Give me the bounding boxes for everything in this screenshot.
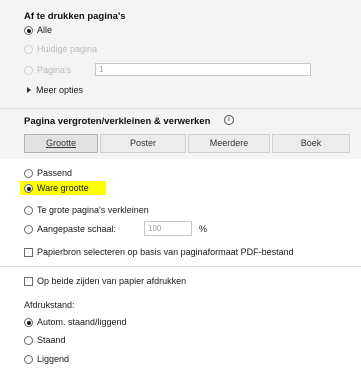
paper-source-checkbox[interactable] [24, 248, 33, 257]
tab-size-button[interactable]: Grootte [24, 134, 98, 153]
radio-shrink-oversized[interactable] [24, 206, 33, 215]
radio-portrait[interactable] [24, 336, 33, 345]
more-options-link[interactable]: Meer opties [36, 85, 83, 95]
radio-auto-orientation-label[interactable]: Autom. staand/liggend [37, 317, 127, 327]
radio-all-label[interactable]: Alle [37, 25, 52, 35]
radio-portrait-label[interactable]: Staand [37, 335, 66, 345]
duplex-checkbox[interactable] [24, 277, 33, 286]
radio-all[interactable] [24, 26, 33, 35]
scale-unit-label: % [199, 224, 208, 234]
radio-actual-size-label[interactable]: Ware grootte [37, 183, 89, 193]
info-icon[interactable]: i [224, 115, 234, 125]
radio-custom-scale[interactable] [24, 225, 33, 234]
radio-fit[interactable] [24, 169, 33, 178]
radio-shrink-oversized-label[interactable]: Te grote pagina's verkleinen [37, 205, 149, 215]
scale-input[interactable]: 100 [144, 221, 192, 236]
tab-multiple-button[interactable]: Meerdere [188, 134, 270, 153]
radio-fit-label[interactable]: Passend [37, 168, 72, 178]
pages-input[interactable]: 1 [95, 63, 311, 76]
radio-pages[interactable] [24, 66, 33, 75]
radio-landscape[interactable] [24, 355, 33, 364]
radio-landscape-label[interactable]: Liggend [37, 354, 69, 364]
duplex-label[interactable]: Op beide zijden van papier afdrukken [37, 276, 186, 286]
tab-booklet-button[interactable]: Boek [272, 134, 350, 153]
scaling-title: Pagina vergroten/verkleinen & verwerken [24, 116, 211, 127]
tab-poster-button[interactable]: Poster [100, 134, 186, 153]
divider [0, 266, 361, 267]
orientation-title: Afdrukstand: [24, 300, 75, 310]
radio-pages-label[interactable]: Pagina's [37, 65, 71, 75]
radio-current-page[interactable] [24, 45, 33, 54]
radio-current-page-label[interactable]: Huidige pagina [37, 44, 97, 54]
radio-custom-scale-label[interactable]: Aangepaste schaal: [37, 224, 116, 234]
radio-auto-orientation[interactable] [24, 318, 33, 327]
expand-triangle-icon[interactable] [27, 87, 31, 93]
print-range-title: Af te drukken pagina's [24, 11, 126, 22]
radio-actual-size[interactable] [24, 184, 33, 193]
paper-source-label[interactable]: Papierbron selecteren op basis van pagin… [37, 247, 294, 257]
